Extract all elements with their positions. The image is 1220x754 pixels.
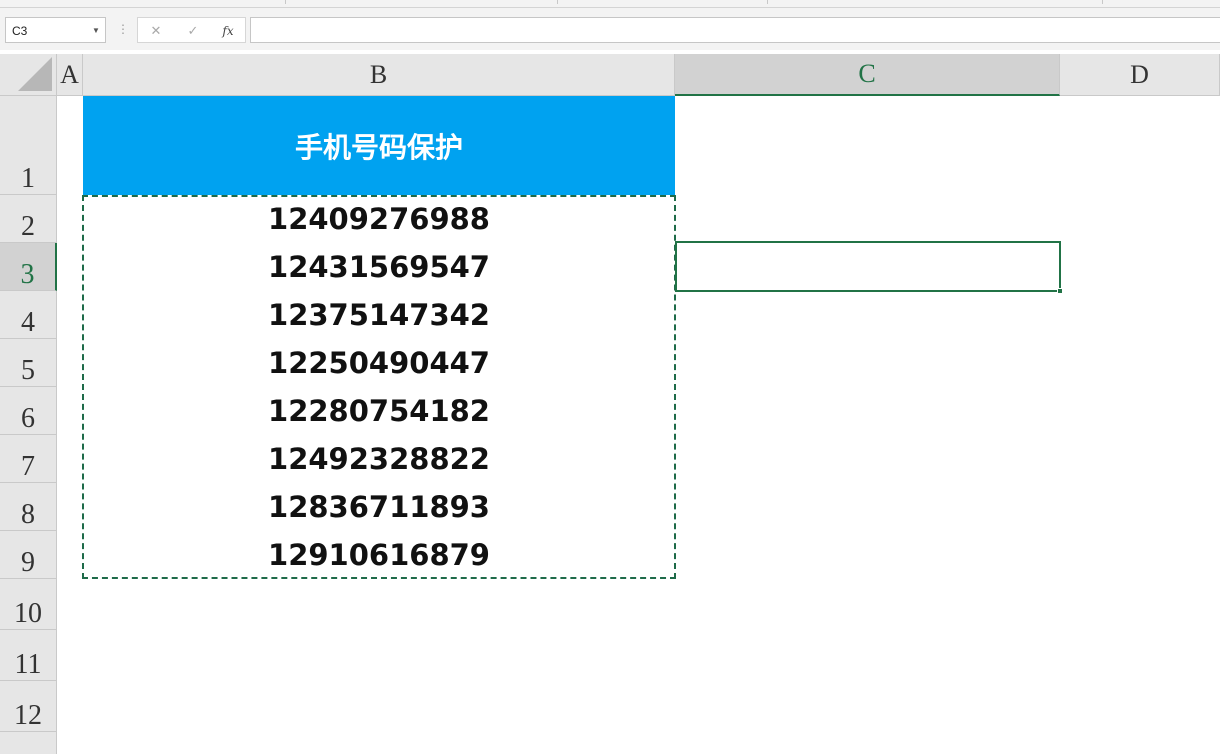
cell-b2[interactable]: 12409276988 xyxy=(83,195,675,243)
column-header-b[interactable]: B xyxy=(83,54,675,96)
row-header-4[interactable]: 4 xyxy=(0,291,57,339)
cell-b1-header[interactable]: 手机号码保护 xyxy=(83,96,675,195)
row-header-8[interactable]: 8 xyxy=(0,483,57,531)
row-header-10[interactable]: 10 xyxy=(0,579,57,630)
select-all-button[interactable] xyxy=(0,54,57,96)
chevron-down-icon[interactable]: ▼ xyxy=(88,17,104,43)
cell-b8[interactable]: 12836711893 xyxy=(83,483,675,531)
row-header-11[interactable]: 11 xyxy=(0,630,57,681)
column-header-d[interactable]: D xyxy=(1060,54,1220,96)
row-header-7[interactable]: 7 xyxy=(0,435,57,483)
ribbon-edge xyxy=(0,0,1220,8)
cells-c-d-lower[interactable] xyxy=(675,294,1220,754)
row-header-13[interactable] xyxy=(0,732,57,754)
formula-input[interactable] xyxy=(250,17,1220,43)
row-header-9[interactable]: 9 xyxy=(0,531,57,579)
enter-check-icon[interactable]: ✓ xyxy=(182,21,204,41)
fill-handle[interactable] xyxy=(1057,288,1063,294)
row-header-1[interactable]: 1 xyxy=(0,96,57,195)
cancel-icon[interactable]: ✕ xyxy=(145,21,167,41)
active-cell-c3[interactable] xyxy=(675,241,1063,294)
column-header-a[interactable]: A xyxy=(57,54,83,96)
column-a-cells[interactable] xyxy=(57,96,83,754)
row-header-3[interactable]: 3 xyxy=(0,243,57,291)
cell-b3[interactable]: 12431569547 xyxy=(83,243,675,291)
cell-b6[interactable]: 12280754182 xyxy=(83,387,675,435)
row-header-12[interactable]: 12 xyxy=(0,681,57,732)
column-header-c[interactable]: C xyxy=(675,54,1060,96)
row-header-6[interactable]: 6 xyxy=(0,387,57,435)
cell-b4[interactable]: 12375147342 xyxy=(83,291,675,339)
formula-bar: C3 ▼ ⋮ ✕ ✓ fx xyxy=(0,8,1220,50)
worksheet-grid: A B C D 1 2 3 4 5 6 7 8 9 10 11 12 手机号码保… xyxy=(0,54,1220,754)
row-header-5[interactable]: 5 xyxy=(0,339,57,387)
more-dots-icon[interactable]: ⋮ xyxy=(117,22,129,36)
cells-b-lower[interactable] xyxy=(83,581,675,754)
cells-c-d-upper[interactable] xyxy=(675,96,1220,241)
insert-function-icon[interactable]: fx xyxy=(217,21,239,41)
formula-buttons: ✕ ✓ fx xyxy=(137,17,246,43)
row-header-2[interactable]: 2 xyxy=(0,195,57,243)
cell-b9[interactable]: 12910616879 xyxy=(83,531,675,579)
cell-b7[interactable]: 12492328822 xyxy=(83,435,675,483)
cell-b5[interactable]: 12250490447 xyxy=(83,339,675,387)
select-all-triangle-icon xyxy=(18,57,52,91)
